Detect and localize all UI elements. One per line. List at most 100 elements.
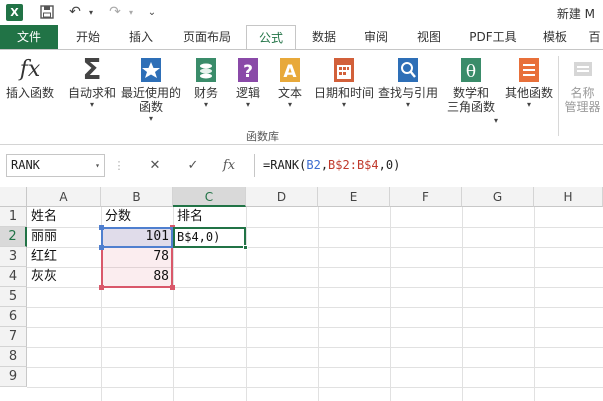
ribbon-tabs: 文件 开始 插入 页面布局 公式 数据 审阅 视图 PDF工具 模板 百 [0,25,603,50]
row-header-7[interactable]: 7 [0,327,27,347]
column-header-c[interactable]: C [173,187,246,207]
logical-button[interactable]: ? 逻辑 ▾ [228,54,268,126]
chevron-down-icon: ▾ [203,100,208,109]
cell-a1[interactable]: 姓名 [28,207,100,227]
column-header-h[interactable]: H [534,187,603,207]
lookup-reference-button[interactable]: 查找与引用 ▾ [376,54,440,126]
star-icon [138,56,164,84]
gridline [27,367,603,368]
autosum-button[interactable]: Σ 自动求和 ▾ [66,54,118,126]
tab-file[interactable]: 文件 [0,25,58,49]
column-header-f[interactable]: F [390,187,462,207]
formula-ref-b2: B2 [306,158,321,172]
tab-review[interactable]: 审阅 [354,25,398,49]
sigma-icon: Σ [82,53,102,86]
formula-input[interactable]: =RANK(B2,B$2:B$4,0) [254,154,603,177]
column-header-g[interactable]: G [462,187,534,207]
svg-text:?: ? [243,62,253,82]
enter-check-icon[interactable]: ✓ [180,154,206,177]
gridline [246,207,247,401]
name-manager-icon [570,56,596,84]
row-header-2[interactable]: 2 [0,227,27,247]
text-functions-button[interactable]: A 文本 ▾ [270,54,310,126]
svg-text:A: A [283,62,297,82]
tab-pdf-tools[interactable]: PDF工具 [462,25,524,49]
recently-used-button[interactable]: 最近使用的 函数 ▾ [120,54,182,126]
name-box[interactable]: RANK ▾ [6,154,105,177]
more-functions-icon [516,56,542,84]
gridline [462,207,463,401]
ribbon-divider [558,56,559,136]
more-functions-button[interactable]: 其他函数 ▾ [502,54,556,126]
tab-templates[interactable]: 模板 [532,25,578,49]
cell-a4[interactable]: 灰灰 [28,267,100,287]
insert-function-icon[interactable]: fx [216,154,242,177]
excel-logo-icon: X [6,4,23,21]
save-icon[interactable] [38,3,56,21]
row-header-1[interactable]: 1 [0,207,27,227]
title-bar: X ↶ ▾ ↷ ▾ ⌄ 新建 M [0,0,603,25]
math-trig-button[interactable]: θ 数学和 三角函数 ▾ [440,54,502,126]
select-all-corner[interactable] [0,187,27,207]
row-header-4[interactable]: 4 [0,267,27,287]
chevron-down-icon: ▾ [341,100,346,109]
redo-dropdown-icon[interactable]: ▾ [126,3,136,21]
row-header-9[interactable]: 9 [0,367,27,387]
theta-icon: θ [458,56,484,84]
gridline [27,387,603,388]
cell-b2[interactable]: 101 [102,227,172,247]
redo-icon[interactable]: ↷ [106,3,124,21]
chevron-down-icon: ▾ [405,100,410,109]
fill-handle[interactable] [243,245,248,250]
question-icon: ? [235,56,261,84]
row-header-8[interactable]: 8 [0,347,27,367]
chevron-down-icon: ▾ [89,100,94,109]
tab-insert[interactable]: 插入 [118,25,164,49]
worksheet-grid[interactable]: A B C D E F G H 1 2 3 4 5 6 7 8 9 姓名 分数 … [0,187,603,401]
tab-view[interactable]: 视图 [406,25,452,49]
column-header-b[interactable]: B [101,187,173,207]
gridline [27,347,603,348]
cell-b3[interactable]: 78 [102,247,172,267]
date-time-button[interactable]: 日期和时间 ▾ [312,54,376,126]
gridline [390,207,391,401]
tab-more[interactable]: 百 [586,25,603,49]
chevron-down-icon: ▾ [245,100,250,109]
cell-a2[interactable]: 丽丽 [28,227,100,247]
chevron-down-icon: ▾ [494,116,499,125]
row-header-5[interactable]: 5 [0,287,27,307]
column-header-e[interactable]: E [318,187,390,207]
cell-b4[interactable]: 88 [102,267,172,287]
insert-function-button[interactable]: fx 插入函数 [2,54,58,126]
chevron-down-icon[interactable]: ▾ [95,155,100,176]
document-title: 新建 M [556,7,595,21]
row-header-3[interactable]: 3 [0,247,27,267]
formula-ref-range: B$2:B$4 [328,158,379,172]
undo-icon[interactable]: ↶ [66,3,84,21]
column-header-d[interactable]: D [246,187,318,207]
financial-button[interactable]: 财务 ▾ [186,54,226,126]
tab-formulas[interactable]: 公式 [246,25,296,50]
chevron-down-icon: ▾ [148,114,153,123]
cancel-icon[interactable]: ✕ [142,154,168,177]
formula-bar: RANK ▾ ⋮ ✕ ✓ fx =RANK(B2,B$2:B$4,0) [0,145,603,187]
cell-c1[interactable]: 排名 [174,207,245,227]
row-header-6[interactable]: 6 [0,307,27,327]
active-cell-border [173,227,248,250]
chevron-down-icon: ▾ [287,100,292,109]
tab-data[interactable]: 数据 [302,25,346,49]
customize-qat-icon[interactable]: ⌄ [146,3,158,21]
tab-page-layout[interactable]: 页面布局 [170,25,244,49]
gridline [318,207,319,401]
column-header-a[interactable]: A [27,187,101,207]
cell-b1[interactable]: 分数 [102,207,172,227]
gridline [27,327,603,328]
ribbon-formulas: fx 插入函数 Σ 自动求和 ▾ 最近使用的 函数 ▾ 财务 ▾ ? 逻辑 ▾ … [0,49,603,145]
name-manager-button[interactable]: 名称 管理器 [562,54,603,126]
tab-home[interactable]: 开始 [64,25,112,49]
undo-dropdown-icon[interactable]: ▾ [86,3,96,21]
cell-a3[interactable]: 红红 [28,247,100,267]
svg-text:θ: θ [466,62,476,82]
gridline [27,307,603,308]
text-icon: A [277,56,303,84]
